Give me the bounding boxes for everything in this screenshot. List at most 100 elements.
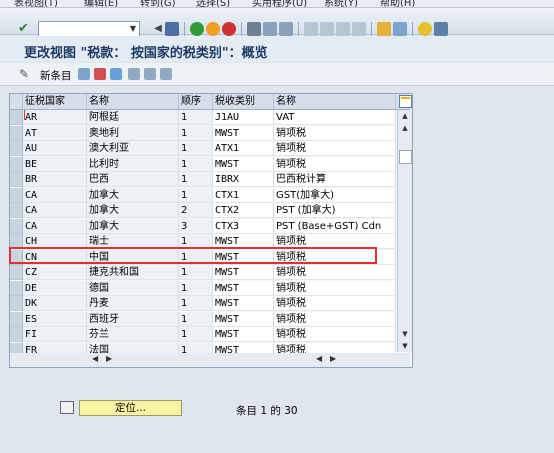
scroll-left-icon[interactable]: ◀ [316, 354, 322, 363]
table-row[interactable]: CZ 捷克共和国 1 MWST 销项税 [10, 265, 396, 280]
scroll-page-down-icon[interactable]: ▼ [398, 340, 412, 352]
cell-tax-category[interactable]: IBRX [213, 172, 274, 187]
cell-tax-category[interactable]: MWST [213, 265, 274, 280]
new-session-icon[interactable] [377, 22, 391, 36]
command-field[interactable]: ▼ [38, 21, 140, 37]
scroll-up-icon[interactable]: ▲ [398, 110, 412, 122]
cell-category-name[interactable]: 销项税 [274, 311, 396, 327]
deselect-all-icon[interactable] [160, 68, 172, 80]
table-row[interactable]: CA 加拿大 2 CTX2 PST (加拿大) [10, 203, 396, 218]
row-selector[interactable] [10, 172, 23, 187]
column-header-name[interactable]: 名称 [87, 94, 179, 109]
print-icon[interactable] [247, 22, 261, 36]
scroll-left-icon[interactable]: ◀ [92, 354, 98, 363]
cell-category-name[interactable]: VAT [274, 110, 396, 125]
cell-tax-category[interactable]: CTX2 [213, 203, 274, 218]
cancel-icon[interactable] [222, 22, 236, 36]
cell-tax-category[interactable]: ATX1 [213, 141, 274, 156]
row-selector[interactable] [10, 327, 23, 342]
table-row[interactable]: AR 阿根廷 1 J1AU VAT [10, 110, 396, 125]
table-row[interactable]: FI 芬兰 1 MWST 销项税 [10, 327, 396, 342]
back-arrow-icon[interactable]: ◀ [151, 22, 165, 36]
chevron-down-icon[interactable]: ▼ [127, 22, 139, 36]
copy-as-icon[interactable] [78, 68, 90, 80]
table-row[interactable]: AU 澳大利亚 1 ATX1 销项税 [10, 141, 396, 156]
select-all-icon[interactable] [128, 68, 140, 80]
find-next-icon[interactable] [279, 22, 293, 36]
row-selector[interactable] [10, 280, 23, 296]
cell-category-name[interactable]: 销项税 [274, 265, 396, 280]
scroll-right-icon[interactable]: ▶ [106, 354, 112, 363]
scroll-thumb[interactable] [399, 150, 412, 164]
vertical-scrollbar[interactable]: ▲ ▲ ▼ ▼ [397, 110, 412, 352]
cell-category-name[interactable]: 销项税 [274, 280, 396, 296]
cell-tax-category[interactable]: MWST [213, 280, 274, 296]
cell-tax-category[interactable]: MWST [213, 327, 274, 342]
table-row[interactable]: ES 西班牙 1 MWST 销项税 [10, 311, 396, 327]
new-entries-button[interactable]: 新条目 [40, 68, 72, 83]
table-row[interactable]: CA 加拿大 1 CTX1 GST(加拿大) [10, 187, 396, 203]
column-header-tax-category[interactable]: 税收类别 [213, 94, 274, 109]
cell-tax-category[interactable]: MWST [213, 125, 274, 141]
row-selector[interactable] [10, 156, 23, 172]
table-row[interactable]: CA 加拿大 3 CTX3 PST (Base+GST) Cdn [10, 218, 396, 234]
column-header-tax-country[interactable]: 征税国家 [23, 94, 87, 109]
delete-icon[interactable] [94, 68, 106, 80]
enter-check-icon[interactable]: ✔ [18, 22, 32, 36]
column-header-sequence[interactable]: 顺序 [179, 94, 213, 109]
menu-system[interactable]: 系统(Y) [324, 0, 358, 7]
cell-tax-category[interactable]: MWST [213, 156, 274, 172]
layout-menu-icon[interactable] [434, 22, 448, 36]
row-selector[interactable] [10, 311, 23, 327]
last-page-icon[interactable] [352, 22, 366, 36]
shortcut-icon[interactable] [393, 22, 407, 36]
help-icon[interactable] [418, 22, 432, 36]
column-header-category-name[interactable]: 名称 [274, 94, 396, 109]
table-row[interactable]: AT 奥地利 1 MWST 销项税 [10, 125, 396, 141]
scroll-right-icon[interactable]: ▶ [330, 354, 336, 363]
cell-category-name[interactable]: GST(加拿大) [274, 187, 396, 203]
cell-category-name[interactable]: 销项税 [274, 141, 396, 156]
first-page-icon[interactable] [304, 22, 318, 36]
cell-tax-category[interactable]: CTX3 [213, 218, 274, 234]
menu-help[interactable]: 帮助(H) [380, 0, 415, 7]
menu-select[interactable]: 选择(S) [196, 0, 230, 7]
row-selector[interactable] [10, 187, 23, 203]
select-block-icon[interactable] [144, 68, 156, 80]
cell-tax-category[interactable]: MWST [213, 296, 274, 311]
exit-icon[interactable] [206, 22, 220, 36]
row-selector[interactable] [10, 203, 23, 218]
next-page-icon[interactable] [336, 22, 350, 36]
cell-category-name[interactable]: 销项税 [274, 156, 396, 172]
menu-table-view[interactable]: 表视图(T) [14, 0, 58, 7]
table-row[interactable]: DK 丹麦 1 MWST 销项税 [10, 296, 396, 311]
row-selector[interactable] [10, 141, 23, 156]
cell-category-name[interactable]: 销项税 [274, 125, 396, 141]
undo-change-icon[interactable] [110, 68, 122, 80]
cell-category-name[interactable]: 销项税 [274, 296, 396, 311]
previous-page-icon[interactable] [320, 22, 334, 36]
cell-category-name[interactable]: 销项税 [274, 327, 396, 342]
row-selector[interactable] [10, 218, 23, 234]
cell-tax-category[interactable]: MWST [213, 311, 274, 327]
select-column-header[interactable] [10, 94, 23, 109]
save-icon[interactable] [165, 22, 179, 36]
cell-category-name[interactable]: PST (Base+GST) Cdn [274, 218, 396, 234]
row-selector[interactable] [10, 265, 23, 280]
scroll-down-icon[interactable]: ▼ [398, 328, 412, 340]
back-icon[interactable] [190, 22, 204, 36]
table-row[interactable]: BE 比利时 1 MWST 销项税 [10, 156, 396, 172]
menu-utilities[interactable]: 实用程序(U) [252, 0, 307, 7]
row-selector[interactable] [10, 125, 23, 141]
change-display-icon[interactable]: ✎ [19, 67, 29, 81]
row-selector[interactable] [10, 296, 23, 311]
table-row[interactable]: BR 巴西 1 IBRX 巴西税计算 [10, 172, 396, 187]
row-selector[interactable] [10, 110, 23, 125]
scroll-page-up-icon[interactable]: ▲ [398, 122, 412, 134]
find-icon[interactable] [263, 22, 277, 36]
cell-tax-category[interactable]: J1AU [213, 110, 274, 125]
cell-category-name[interactable]: 巴西税计算 [274, 172, 396, 187]
horizontal-scrollbar[interactable]: ◀ ▶ ◀ ▶ [10, 353, 410, 367]
table-settings-icon[interactable] [399, 95, 412, 108]
locate-button[interactable]: 定位... [79, 400, 182, 416]
